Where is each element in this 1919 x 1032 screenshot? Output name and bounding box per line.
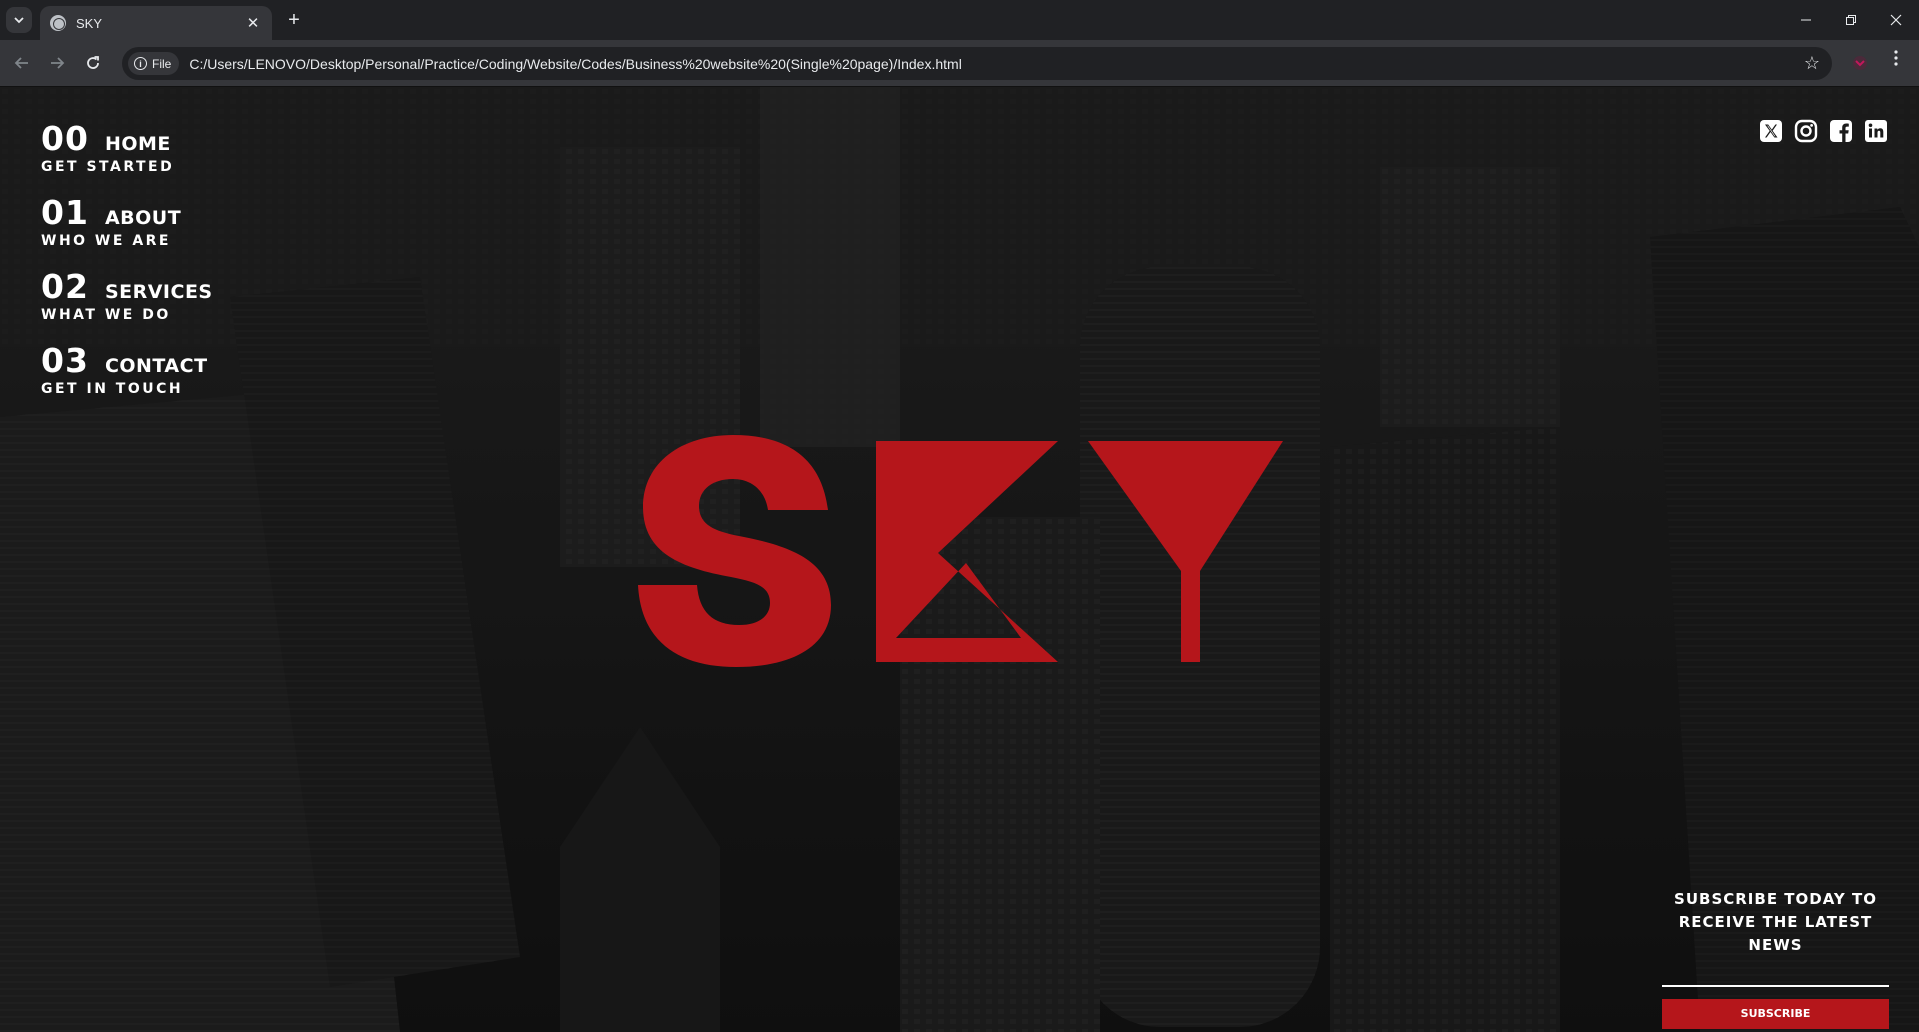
nav-sublabel: Who we are bbox=[41, 233, 171, 249]
nav-item-about[interactable]: 01 About Who we are bbox=[41, 193, 213, 250]
x-icon[interactable] bbox=[1759, 119, 1783, 143]
site-info-label: File bbox=[152, 56, 172, 71]
sky-logo bbox=[638, 435, 1283, 667]
tab-strip: SKY ✕ + bbox=[0, 0, 1919, 40]
nav-label: Contact bbox=[104, 355, 208, 377]
bookmark-star-icon[interactable]: ☆ bbox=[1804, 53, 1820, 74]
nav-number: 00 bbox=[41, 119, 89, 158]
browser-chrome: SKY ✕ + i File C:/Users/LENOVO/Desktop/P… bbox=[0, 0, 1919, 87]
chevron-down-icon bbox=[14, 17, 24, 24]
nav-item-services[interactable]: 02 Services What we do bbox=[41, 267, 213, 324]
close-icon bbox=[1890, 14, 1902, 26]
nav-sublabel: What we do bbox=[41, 307, 171, 323]
new-tab-button[interactable]: + bbox=[282, 8, 306, 32]
facebook-icon[interactable] bbox=[1829, 119, 1853, 143]
page-viewport: 00 Home Get started 01 About Who we are 02… bbox=[0, 87, 1919, 1032]
back-button[interactable] bbox=[9, 50, 35, 76]
logo-letter-y bbox=[1088, 441, 1283, 662]
arrow-left-icon bbox=[14, 57, 28, 69]
reload-icon bbox=[87, 56, 99, 69]
reload-button[interactable] bbox=[80, 50, 106, 76]
url-text[interactable]: C:/Users/LENOVO/Desktop/Personal/Practic… bbox=[189, 56, 961, 72]
nav-item-home[interactable]: 00 Home Get started bbox=[41, 119, 213, 176]
logo-letter-k bbox=[876, 441, 1058, 662]
nav-label: Home bbox=[104, 133, 171, 155]
instagram-icon[interactable] bbox=[1794, 119, 1818, 143]
subscribe-heading-line-1: Subscribe today to bbox=[1674, 890, 1877, 908]
nav-sublabel: Get in touch bbox=[41, 381, 184, 397]
subscribe-heading-line-2: receive the latest news bbox=[1678, 913, 1873, 954]
tab-active[interactable]: SKY ✕ bbox=[40, 6, 272, 40]
minimize-icon bbox=[1801, 19, 1811, 21]
nav-number: 01 bbox=[41, 193, 89, 232]
subscribe-email-input[interactable] bbox=[1662, 973, 1889, 987]
nav-number: 02 bbox=[41, 267, 89, 306]
more-vertical-icon bbox=[1894, 50, 1898, 66]
restore-button[interactable] bbox=[1828, 0, 1874, 40]
minimize-button[interactable] bbox=[1783, 0, 1829, 40]
info-icon: i bbox=[134, 57, 147, 70]
subscribe-section: Subscribe today to receive the latest ne… bbox=[1662, 888, 1889, 1029]
browser-toolbar: i File C:/Users/LENOVO/Desktop/Personal/… bbox=[0, 40, 1919, 87]
address-bar[interactable]: i File C:/Users/LENOVO/Desktop/Personal/… bbox=[122, 47, 1832, 80]
main-nav: 00 Home Get started 01 About Who we are 02… bbox=[41, 122, 213, 418]
tab-search-button[interactable] bbox=[6, 7, 32, 33]
globe-icon bbox=[50, 15, 66, 31]
nav-label: Services bbox=[104, 281, 213, 303]
tab-title: SKY bbox=[76, 15, 103, 31]
forward-button[interactable] bbox=[44, 50, 70, 76]
nav-number: 03 bbox=[41, 341, 89, 380]
browser-menu-button[interactable] bbox=[1886, 50, 1906, 71]
site-info-chip[interactable]: i File bbox=[128, 52, 180, 75]
close-tab-button[interactable]: ✕ bbox=[244, 14, 262, 32]
restore-icon bbox=[1846, 15, 1856, 25]
close-window-button[interactable] bbox=[1873, 0, 1919, 40]
logo-letter-s bbox=[638, 435, 831, 667]
linkedin-icon[interactable] bbox=[1864, 119, 1888, 143]
extension-icon[interactable] bbox=[1848, 51, 1872, 75]
nav-label: About bbox=[104, 207, 182, 229]
subscribe-button[interactable]: Subscribe bbox=[1662, 998, 1889, 1029]
arrow-right-icon bbox=[51, 57, 65, 69]
nav-item-contact[interactable]: 03 Contact Get in touch bbox=[41, 341, 213, 398]
nav-sublabel: Get started bbox=[41, 159, 175, 175]
social-links bbox=[1759, 119, 1888, 143]
